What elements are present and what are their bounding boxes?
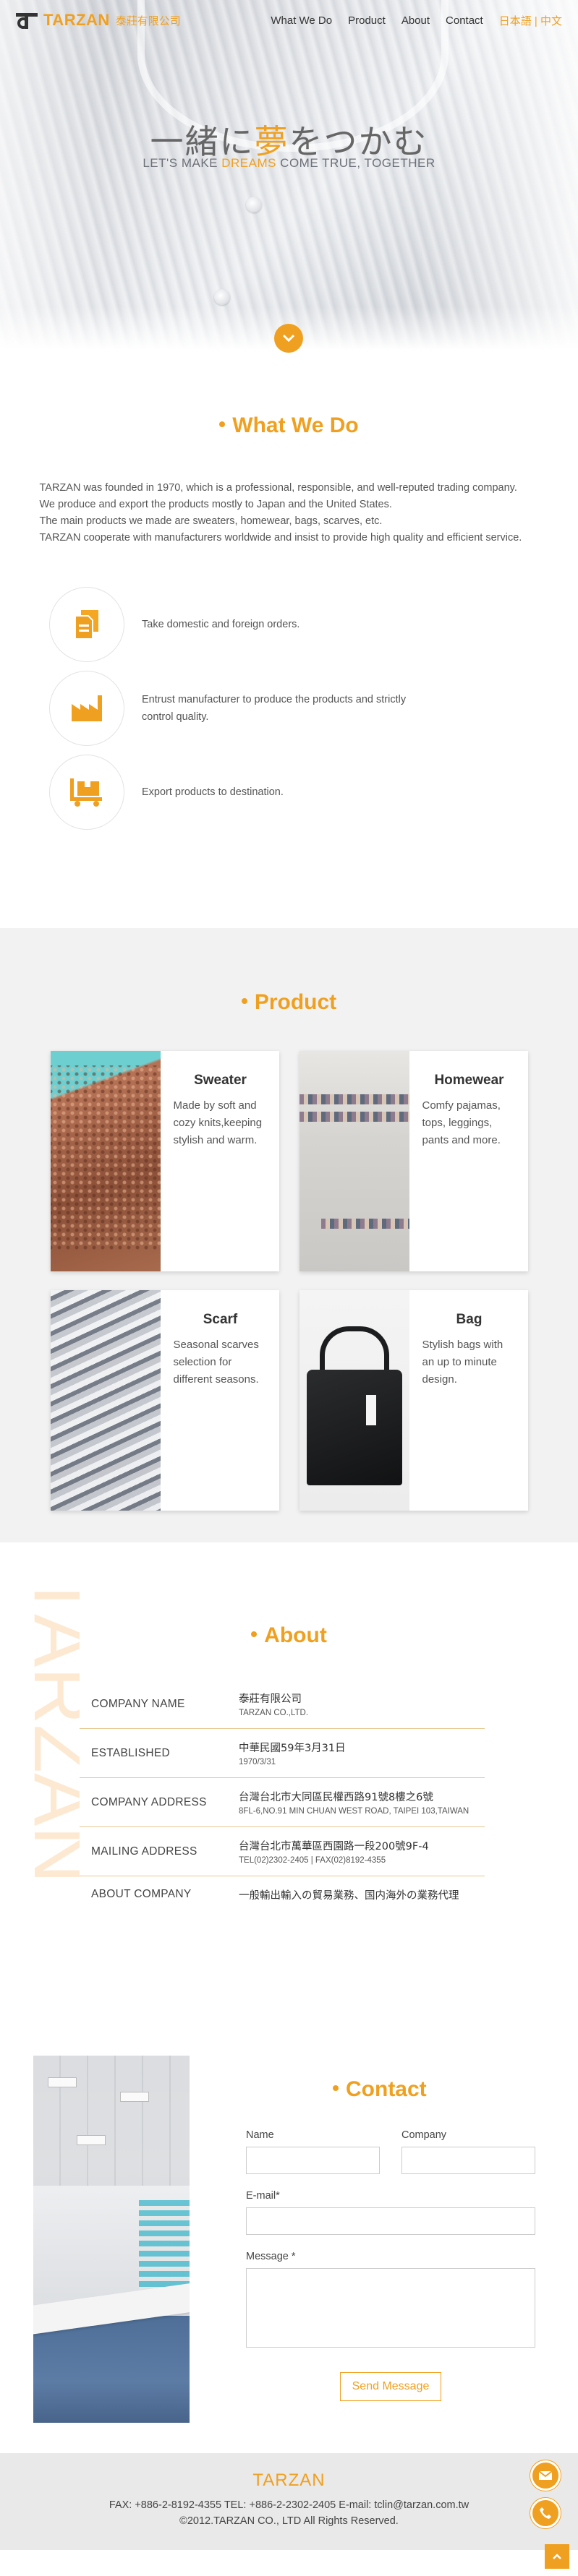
product-card-homewear[interactable]: Homewear Comfy pajamas, tops, leggings, … — [299, 1051, 528, 1271]
logo[interactable]: TARZAN 泰莊有限公司 — [16, 11, 181, 30]
company-info-table: COMPANY NAME 泰莊有限公司 TARZAN CO.,LTD. ESTAB… — [80, 1680, 485, 1912]
back-to-top-button[interactable] — [545, 2544, 569, 2569]
footer-contact-line: FAX: +886-2-8192-4355 TEL: +886-2-2302-2… — [109, 2499, 469, 2511]
nav-what-we-do[interactable]: What We Do — [271, 14, 332, 27]
services-list: Take domestic and foreign orders. Entrus… — [49, 586, 578, 830]
logo-icon — [16, 11, 38, 30]
sweater-button-image — [214, 289, 230, 305]
homewear-photo — [299, 1051, 409, 1271]
service-item: Take domestic and foreign orders. — [49, 586, 578, 663]
company-input[interactable] — [401, 2147, 535, 2174]
service-item: Entrust manufacturer to produce the prod… — [49, 670, 578, 747]
office-photo — [33, 2056, 190, 2423]
message-textarea[interactable] — [246, 2268, 535, 2348]
lang-japanese[interactable]: 日本語 — [499, 15, 532, 27]
phone-button[interactable] — [530, 2498, 561, 2528]
product-grid: Sweater Made by soft and cozy knits,keep… — [50, 1051, 528, 1511]
language-switch: 日本語 | 中文 — [499, 13, 562, 28]
info-row: MAILING ADDRESS 台灣台北市萬華區西園路一段200號9F-4 TEL… — [80, 1827, 485, 1876]
scarf-photo — [50, 1290, 161, 1511]
send-message-button[interactable]: Send Message — [340, 2372, 441, 2401]
logo-chinese-name: 泰莊有限公司 — [115, 14, 181, 27]
chevron-up-icon — [553, 2554, 561, 2559]
email-input[interactable] — [246, 2207, 535, 2235]
section-title: What We Do — [0, 413, 578, 438]
phone-icon — [540, 2507, 551, 2519]
name-label: Name — [246, 2129, 274, 2141]
product-card-scarf[interactable]: Scarf Seasonal scarves selection for dif… — [50, 1290, 279, 1511]
intro-text: TARZAN was founded in 1970, which is a p… — [39, 482, 522, 544]
about-section: TARZAN About COMPANY NAME 泰莊有限公司 TARZAN C… — [0, 1542, 578, 2019]
footer-brand: TARZAN — [252, 2470, 326, 2490]
lang-separator: | — [534, 14, 537, 27]
footer: TARZAN FAX: +886-2-8192-4355 TEL: +886-2… — [0, 2453, 578, 2550]
section-title: About — [0, 1623, 578, 1648]
message-label: Message * — [246, 2251, 296, 2262]
name-input[interactable] — [246, 2147, 380, 2174]
info-row: ABOUT COMPANY 一般輸出輸入の貿易業務、国内海外の業務代理 — [91, 1888, 459, 1902]
forklift-icon — [49, 755, 124, 830]
lang-chinese[interactable]: 中文 — [540, 15, 562, 27]
main-menu: What We Do Product About Contact 日本語 | 中… — [271, 13, 562, 28]
sweater-photo — [50, 1051, 161, 1271]
nav-product[interactable]: Product — [348, 14, 386, 27]
product-card-bag[interactable]: Bag Stylish bags with an up to minute de… — [299, 1290, 528, 1511]
sweater-button-image — [246, 197, 262, 212]
mail-icon — [538, 2470, 553, 2480]
contact-form: Contact Name Company E-mail* Message * S — [246, 2077, 535, 2401]
product-section: Product Sweater Made by soft and cozy kn… — [0, 928, 578, 1542]
document-icon — [49, 587, 124, 662]
bag-photo — [299, 1290, 409, 1511]
contact-section: Contact Name Company E-mail* Message * S — [0, 2019, 578, 2453]
info-row: ESTABLISHED 中華民國59年3月31日 1970/3/31 — [80, 1729, 485, 1778]
mail-button[interactable] — [530, 2460, 561, 2491]
svg-text:TARZAN: TARZAN — [17, 1571, 80, 1884]
chevron-down-icon — [282, 334, 295, 343]
factory-icon — [49, 671, 124, 746]
service-item: Export products to destination. — [49, 754, 578, 830]
company-label: Company — [401, 2129, 447, 2141]
section-title: Product — [0, 990, 578, 1015]
footer-copyright: ©2012.TARZAN CO., LTD All Rights Reserve… — [179, 2515, 399, 2527]
email-label: E-mail* — [246, 2190, 280, 2202]
hero-banner: 一緒に夢をつかむ LET'S MAKE DREAMS COME TRUE, TO… — [0, 0, 578, 350]
product-card-sweater[interactable]: Sweater Made by soft and cozy knits,keep… — [50, 1051, 279, 1271]
logo-name: TARZAN — [43, 11, 110, 29]
what-we-do-section: What We Do TARZAN was founded in 1970, w… — [0, 350, 578, 928]
hero-subtitle: LET'S MAKE DREAMS COME TRUE, TOGETHER — [143, 156, 435, 170]
nav-contact[interactable]: Contact — [446, 14, 483, 27]
info-row: COMPANY ADDRESS 台灣台北市大同區民權西路91號8樓之6號 8FL-… — [80, 1778, 485, 1827]
info-row: COMPANY NAME 泰莊有限公司 TARZAN CO.,LTD. — [80, 1680, 485, 1729]
about-watermark: TARZAN — [17, 1571, 80, 1884]
section-title: Contact — [333, 2077, 535, 2102]
top-nav: TARZAN 泰莊有限公司 What We Do Product About C… — [0, 0, 578, 40]
page: TARZAN 泰莊有限公司 What We Do Product About C… — [0, 0, 578, 2576]
nav-about[interactable]: About — [401, 14, 430, 27]
scroll-down-button[interactable] — [274, 324, 303, 353]
